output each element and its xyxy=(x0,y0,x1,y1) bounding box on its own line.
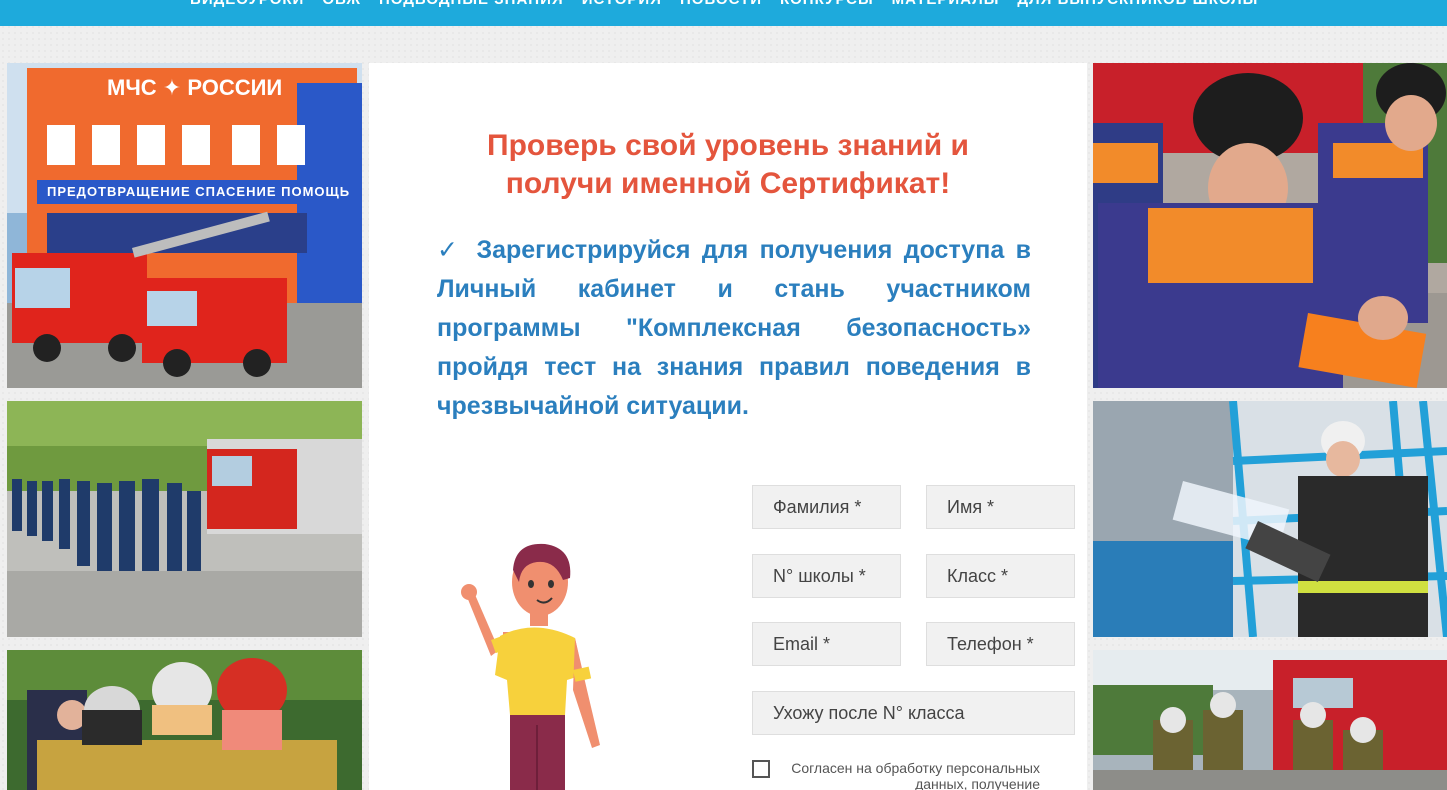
school-number-input[interactable]: N° школы * xyxy=(752,554,901,598)
intro-text: ✓ Зарегистрируйся для получения доступа в… xyxy=(437,236,1032,420)
nav-menu: ВИДЕОУРОКИ ОБЖ ПОДВОДНЫЕ ЗНАНИЯ ИСТОРИЯ … xyxy=(190,0,1258,8)
photo-firefighters-masks xyxy=(7,650,362,790)
photo-rescue-stretcher xyxy=(1093,63,1447,388)
surname-input[interactable]: Фамилия * xyxy=(752,485,901,529)
station-banner: ПРЕДОТВРАЩЕНИЕ СПАСЕНИЕ ПОМОЩЬ xyxy=(47,184,351,199)
photo-hose-training xyxy=(1093,401,1447,637)
grade-input[interactable]: Класс * xyxy=(926,554,1075,598)
photo-parade xyxy=(7,401,362,637)
email-input[interactable]: Email * xyxy=(752,622,901,666)
name-input[interactable]: Имя * xyxy=(926,485,1075,529)
consent-checkbox[interactable] xyxy=(752,760,770,778)
check-icon: ✓ xyxy=(437,236,463,264)
nav-item-news[interactable]: НОВОСТИ xyxy=(680,0,762,8)
consent-label: Согласен на обработку персональных данны… xyxy=(791,760,1040,790)
nav-item-contests[interactable]: КОНКУРСЫ xyxy=(780,0,874,8)
nav-item-materials[interactable]: МАТЕРИАЛЫ xyxy=(892,0,1000,8)
photo-fire-station: МЧС ✦ РОССИИ ПРЕДОТВРАЩЕНИЕ СПАСЕНИЕ ПОМ… xyxy=(7,63,362,388)
phone-input[interactable]: Телефон * xyxy=(926,622,1075,666)
waving-boy-illustration xyxy=(455,540,615,790)
nav-item-videolessons[interactable]: ВИДЕОУРОКИ xyxy=(190,0,304,8)
nav-item-graduates[interactable]: ДЛЯ ВЫПУСКНИКОВ ШКОЛЫ xyxy=(1017,0,1258,8)
nav-item-history[interactable]: ИСТОРИЯ xyxy=(582,0,662,8)
station-sign: МЧС ✦ РОССИИ xyxy=(107,75,283,100)
leave-after-grade-input[interactable]: Ухожу после N° класса xyxy=(752,691,1075,735)
page-title: Проверь свой уровень знаний и получи име… xyxy=(487,129,969,200)
top-navigation-bar: ВИДЕОУРОКИ ОБЖ ПОДВОДНЫЕ ЗНАНИЯ ИСТОРИЯ … xyxy=(0,0,1447,26)
nav-item-underwater[interactable]: ПОДВОДНЫЕ ЗНАНИЯ xyxy=(379,0,564,8)
nav-item-obzh[interactable]: ОБЖ xyxy=(322,0,361,8)
photo-fire-drill xyxy=(1093,650,1447,790)
